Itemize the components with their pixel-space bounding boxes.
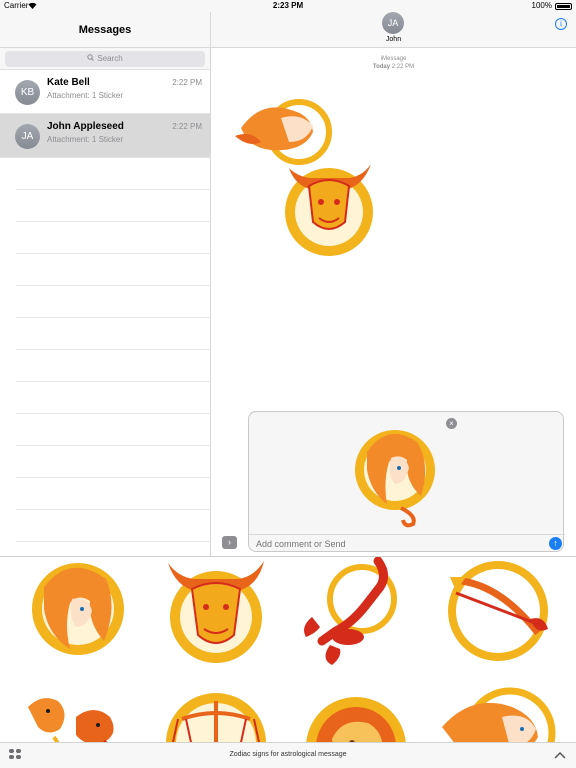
app-drawer-bar: Zodiac signs for astrological message: [0, 742, 576, 768]
service-label: iMessage: [380, 56, 407, 62]
search-icon: [87, 51, 95, 67]
sent-sticker-taurus-virgo[interactable]: [221, 90, 401, 260]
search-placeholder: Search: [97, 54, 123, 63]
divider: [16, 446, 210, 478]
conversation-list-title: Messages: [0, 12, 210, 48]
sticker-virgo[interactable]: [14, 557, 144, 675]
divider: [16, 318, 210, 350]
date-label: Today: [372, 64, 391, 70]
search-input[interactable]: Search: [5, 51, 205, 67]
pending-sticker-virgo[interactable]: [347, 412, 447, 530]
status-time: 2:23 PM: [272, 1, 304, 10]
compose-box: × ↑: [248, 411, 565, 552]
battery-percent: 100%: [531, 1, 552, 10]
conversation-list-pane: Messages Search KB Kate Bell Attachment:…: [0, 12, 211, 556]
divider: [16, 478, 210, 510]
divider: [16, 286, 210, 318]
drawer-title: Zodiac signs for astrological message: [229, 751, 347, 758]
chevron-up-icon[interactable]: [554, 748, 566, 762]
contact-name[interactable]: John: [211, 36, 576, 43]
comment-field: ↑: [249, 534, 565, 552]
avatar: JA: [15, 124, 40, 149]
remove-icon[interactable]: ×: [446, 418, 457, 429]
comment-input[interactable]: [256, 537, 536, 551]
contact-name: John Appleseed: [47, 121, 124, 132]
sticker-drawer: [0, 556, 576, 768]
sticker-scorpio[interactable]: [292, 557, 422, 675]
sticker-sagittarius[interactable]: [432, 557, 562, 675]
divider: [16, 414, 210, 446]
contact-avatar[interactable]: JA: [382, 12, 404, 34]
conversation-pane: JA John i iMessage Today 2:22 PM × Add c…: [211, 12, 576, 556]
divider: [16, 350, 210, 382]
divider: [16, 158, 210, 190]
message-preview: Attachment: 1 Sticker: [47, 91, 124, 100]
message-time: 2:22 PM: [172, 122, 202, 131]
messages-app: Carrier 2:23 PM 100% Messages Search KB …: [0, 0, 576, 768]
search-bar: Search: [0, 48, 210, 70]
divider: [16, 190, 210, 222]
message-time: 2:22 PM: [172, 78, 202, 87]
divider: [16, 222, 210, 254]
sticker-taurus[interactable]: [152, 557, 282, 675]
info-icon[interactable]: i: [555, 18, 567, 30]
conversation-row-kate-bell[interactable]: KB Kate Bell Attachment: 1 Sticker 2:22 …: [0, 70, 210, 114]
divider: [16, 254, 210, 286]
send-icon[interactable]: ↑: [549, 537, 562, 550]
contact-name: Kate Bell: [47, 77, 90, 88]
expand-icon[interactable]: ›: [222, 536, 237, 549]
date-time: 2:22 PM: [391, 64, 415, 70]
message-timestamp: iMessage Today 2:22 PM: [211, 55, 576, 71]
status-bar: Carrier 2:23 PM 100%: [0, 0, 576, 12]
empty-list-rows: [0, 158, 210, 542]
battery-icon: [555, 3, 572, 10]
divider: [16, 382, 210, 414]
conversation-header: JA John i: [211, 12, 576, 48]
avatar: KB: [15, 80, 40, 105]
conversation-row-john-appleseed[interactable]: JA John Appleseed Attachment: 1 Sticker …: [0, 114, 210, 158]
divider: [16, 510, 210, 542]
message-preview: Attachment: 1 Sticker: [47, 135, 124, 144]
